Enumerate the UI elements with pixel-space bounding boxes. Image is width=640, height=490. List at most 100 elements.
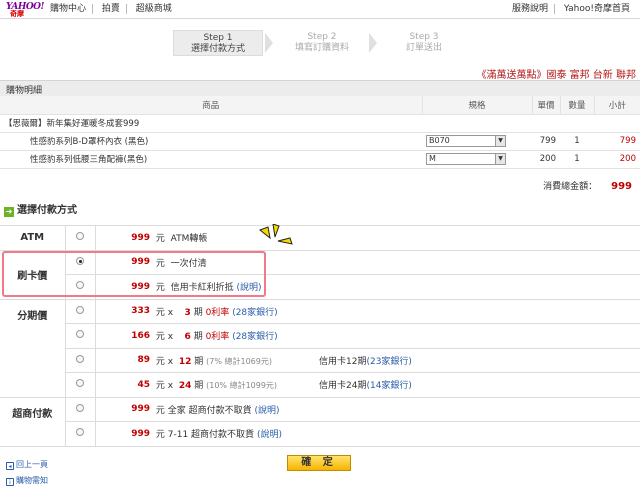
checkout-steps: Step 1 選擇付款方式 Step 2 填寫訂購資料 Step 3 訂單送出 <box>173 30 473 58</box>
banks-link[interactable]: (23家銀行) <box>366 357 411 367</box>
desc-text: 7-11 超商付款不取貨 <box>167 430 255 441</box>
nav-help[interactable]: 服務說明 <box>506 4 556 14</box>
nav-super-mall[interactable]: 超級商城 <box>130 4 178 14</box>
months: 6 <box>184 332 191 343</box>
nav-auction[interactable]: 拍賣 <box>96 4 127 14</box>
radio-store-family[interactable] <box>76 403 84 412</box>
col-subtotal: 小計 <box>594 96 640 115</box>
amount: 166 <box>131 330 150 341</box>
help-label: 購物需知 <box>16 476 48 485</box>
amount: 45 <box>137 379 150 390</box>
rate: 0利率 <box>205 307 230 318</box>
item-name[interactable]: 性感豹系列B-D罩杯內衣 (黑色) <box>0 132 422 151</box>
payment-desc: 元 全家 超商付款不取貨 (說明) <box>153 397 640 422</box>
radio-install-24[interactable] <box>76 379 84 388</box>
payment-section-title: ➜ 選擇付款方式 <box>4 201 77 217</box>
cart-table: 商品 規格 單價 數量 小計 【思薇爾】新年集好運暖冬成套999 性感豹系列B-… <box>0 96 640 169</box>
back-arrow-icon: ◂ <box>6 462 14 470</box>
radio-install-6[interactable] <box>76 330 84 339</box>
col-price: 單價 <box>532 96 561 115</box>
period-label: 期 <box>194 356 204 367</box>
radio-install-3[interactable] <box>76 305 84 314</box>
radio-store-711[interactable] <box>76 428 84 437</box>
category-installment: 分期價 <box>0 299 66 398</box>
step-arrow-icon <box>369 33 377 53</box>
col-spec: 規格 <box>422 96 533 115</box>
spec-select[interactable]: M ▼ <box>426 153 506 165</box>
payment-desc: 元 x 12 期 (7% 總計1069元) <box>153 348 319 373</box>
store-row: 【思薇爾】新年集好運暖冬成套999 <box>0 114 640 133</box>
info-icon: i <box>6 478 14 486</box>
top-nav-right: 服務說明 Yahoo!奇摩首頁 <box>506 4 630 14</box>
period-label: 期 <box>193 332 203 343</box>
times-label: x <box>167 332 174 343</box>
table-row: 性感豹系列低腰三角配褲(黑色) M ▼ 200 1 200 <box>0 150 640 169</box>
banks-link[interactable]: (28家銀行) <box>232 332 277 342</box>
yuan-label: 元 <box>155 332 165 343</box>
chevron-down-icon: ▼ <box>495 154 505 164</box>
yuan-label: 元 <box>155 405 165 416</box>
nav-shopping-center[interactable]: 購物中心 <box>50 4 94 14</box>
explain-link[interactable]: (說明) <box>255 406 280 416</box>
cart-section-header: 購物明細 <box>0 80 640 96</box>
spec-select[interactable]: B070 ▼ <box>426 135 506 147</box>
payment-row-store-711: 999 元 7-11 超商付款不取貨 (說明) <box>0 421 640 447</box>
install-note: (7% 總計1069元) <box>206 356 272 366</box>
card-install-desc: 信用卡12期(23家銀行) <box>319 348 640 373</box>
store-name: 【思薇爾】新年集好運暖冬成套999 <box>0 114 640 133</box>
months: 3 <box>184 307 191 318</box>
cart-title: 購物明細 <box>6 86 43 96</box>
banks-link[interactable]: (14家銀行) <box>366 381 411 391</box>
card-install-desc: 信用卡24期(14家銀行) <box>319 372 640 398</box>
desc-text: ATM轉帳 <box>170 234 208 245</box>
amount: 89 <box>137 355 150 366</box>
amount: 999 <box>131 404 150 415</box>
item-qty: 1 <box>560 132 594 151</box>
top-nav-left: 購物中心 拍賣 超級商城 <box>50 4 178 14</box>
step-arrow-icon <box>265 33 273 53</box>
yahoo-logo[interactable]: YAHOO! 奇摩 <box>6 2 46 18</box>
payment-desc: 元 ATM轉帳 <box>153 225 640 251</box>
radio-atm[interactable] <box>76 232 84 241</box>
nav-yahoo-home[interactable]: Yahoo!奇摩首頁 <box>558 4 630 14</box>
months: 12 <box>178 356 192 367</box>
times-label: x <box>167 307 174 318</box>
promo-banner[interactable]: 《滿萬送萬點》國泰 富邦 台新 聯邦 <box>476 66 636 81</box>
banks-link[interactable]: (28家銀行) <box>232 308 277 318</box>
back-label: 回上一頁 <box>16 460 48 469</box>
item-price: 200 <box>532 150 560 169</box>
yuan-label: 元 <box>155 356 165 367</box>
confirm-button[interactable]: 確 定 <box>287 455 351 471</box>
item-name[interactable]: 性感豹系列低腰三角配褲(黑色) <box>0 150 422 169</box>
radio-install-12[interactable] <box>76 354 84 363</box>
payment-row-store-family: 超商付款 999 元 全家 超商付款不取貨 (說明) <box>0 397 640 447</box>
payment-desc: 元 7-11 超商付款不取貨 (說明) <box>153 421 640 447</box>
step-1: Step 1 選擇付款方式 <box>173 30 263 56</box>
total-value: 999 <box>611 181 632 192</box>
spec-value: B070 <box>429 136 450 145</box>
arrow-right-icon: ➜ <box>4 207 14 217</box>
step-2: Step 2 填寫訂購資料 <box>277 30 367 56</box>
back-link[interactable]: ◂ 回上一頁 <box>6 459 48 470</box>
shopping-guide-link[interactable]: i 購物需知 <box>6 475 48 486</box>
payment-desc: 元 x 24 期 (10% 總計1099元) <box>153 372 319 398</box>
step-1-label: 選擇付款方式 <box>190 44 245 54</box>
months: 24 <box>178 381 192 392</box>
amount: 999 <box>131 232 150 243</box>
step-2-number: Step 2 <box>307 32 337 42</box>
payment-row-install-12: 89 元 x 12 期 (7% 總計1069元) 信用卡12期(23家銀行) <box>0 348 640 373</box>
yuan-label: 元 <box>155 307 165 318</box>
payment-row-install-3: 分期價 333 元 x 3 期 0利率 (28家銀行) <box>0 299 640 398</box>
card-install-label: 信用卡24期 <box>319 381 367 392</box>
total-label: 消費總金額： <box>543 182 598 192</box>
item-price: 799 <box>532 132 560 151</box>
install-note: (10% 總計1099元) <box>206 381 278 391</box>
amount: 999 <box>131 428 150 439</box>
explain-link[interactable]: (說明) <box>257 430 282 440</box>
category-atm: ATM <box>0 225 66 251</box>
logo-sub: 奇摩 <box>10 10 24 18</box>
yuan-label: 元 <box>155 381 165 392</box>
cart-header-row: 商品 規格 單價 數量 小計 <box>0 96 640 115</box>
yuan-label: 元 <box>155 430 165 441</box>
step-3-label: 訂單送出 <box>405 43 442 53</box>
